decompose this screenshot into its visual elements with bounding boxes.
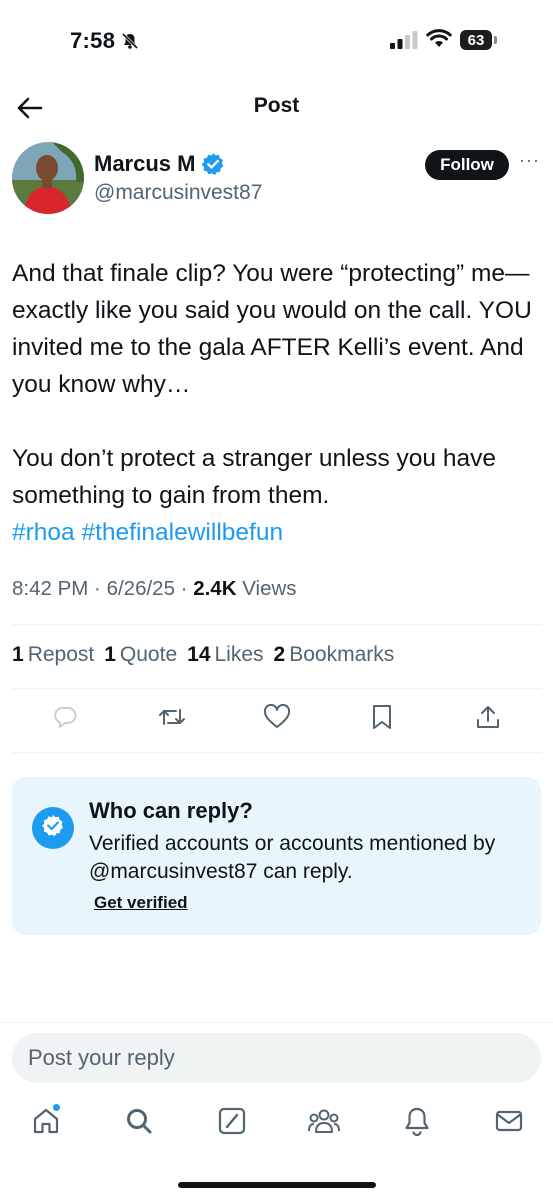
- tweet-meta: 8:42 PM · 6/26/25 · 2.4K Views: [12, 577, 297, 600]
- page-title: Post: [253, 94, 300, 117]
- hashtag-link[interactable]: #thefinalewillbefun: [81, 519, 283, 546]
- stat-label: Bookmarks: [289, 643, 395, 666]
- stat-label: Repost: [27, 643, 95, 666]
- views-label: Views: [242, 577, 297, 600]
- reply-composer[interactable]: [12, 1033, 541, 1083]
- stat-count: 14: [187, 643, 211, 666]
- repost-icon[interactable]: [158, 704, 186, 730]
- messages-icon[interactable]: [494, 1106, 524, 1136]
- views-count: 2.4K: [193, 577, 237, 600]
- bell-slash-icon: [121, 32, 139, 50]
- verified-badge-icon: [202, 153, 224, 175]
- bookmark-icon[interactable]: [370, 704, 394, 730]
- reply-icon[interactable]: [52, 704, 78, 730]
- stat-count: 1: [104, 643, 116, 666]
- engagement-stats: 1 Repost 1 Quote 14 Likes 2 Bookmarks: [12, 643, 394, 667]
- author-handle[interactable]: @marcusinvest87: [94, 181, 262, 205]
- home-indicator: [178, 1182, 376, 1188]
- divider: [0, 1022, 553, 1023]
- stat-count: 2: [273, 643, 286, 666]
- stat-quotes[interactable]: 1 Quote: [104, 643, 177, 667]
- avatar[interactable]: [12, 142, 84, 214]
- battery-indicator: 63: [460, 30, 492, 50]
- tweet-paragraph-text: You don’t protect a stranger unless you …: [12, 445, 496, 509]
- avatar-image: [12, 142, 84, 214]
- bottom-tab-bar: [0, 1106, 553, 1146]
- stat-label: Quote: [119, 643, 178, 666]
- battery-nub: [494, 36, 497, 44]
- follow-button[interactable]: Follow: [425, 150, 509, 180]
- stat-label: Likes: [214, 643, 264, 666]
- more-options-icon[interactable]: ···: [519, 151, 540, 169]
- stat-count: 1: [12, 643, 24, 666]
- battery-level: 63: [467, 31, 485, 49]
- tweet-paragraph: And that finale clip? You were “protecti…: [12, 260, 532, 398]
- stat-bookmarks[interactable]: 2 Bookmarks: [274, 643, 395, 667]
- reply-card-title: Who can reply?: [89, 798, 253, 823]
- search-icon[interactable]: [124, 1106, 154, 1136]
- get-verified-link[interactable]: Get verified: [94, 893, 188, 913]
- divider: [12, 752, 541, 753]
- notifications-icon[interactable]: [402, 1106, 432, 1136]
- author-name[interactable]: Marcus M: [94, 151, 195, 177]
- like-icon[interactable]: [263, 704, 291, 730]
- hashtag-link[interactable]: #rhoa: [12, 519, 75, 546]
- grok-icon[interactable]: [217, 1106, 247, 1136]
- wifi-icon: [426, 29, 452, 47]
- stat-reposts[interactable]: 1 Repost: [12, 643, 94, 667]
- share-icon[interactable]: [475, 704, 501, 730]
- tweet-date[interactable]: 6/26/25: [107, 577, 175, 600]
- reply-input[interactable]: [12, 1033, 534, 1083]
- cellular-signal-icon: [390, 31, 418, 49]
- top-bar: Post: [0, 80, 553, 136]
- divider: [12, 688, 541, 689]
- stat-likes[interactable]: 14 Likes: [187, 643, 263, 667]
- tweet-text: And that finale clip? You were “protecti…: [12, 255, 542, 551]
- status-bar: 7:58 63: [0, 0, 553, 80]
- home-icon[interactable]: [31, 1106, 61, 1136]
- tweet-time[interactable]: 8:42 PM: [12, 577, 88, 600]
- who-can-reply-card: Who can reply? Verified accounts or acco…: [12, 777, 541, 935]
- reply-card-description: Verified accounts or accounts mentioned …: [89, 832, 496, 883]
- status-time: 7:58: [70, 28, 116, 53]
- author-name-row: Marcus M: [94, 151, 225, 177]
- action-bar: [0, 704, 553, 736]
- tweet-paragraph: You don’t protect a stranger unless you …: [12, 440, 542, 551]
- verified-badge-icon: [32, 807, 74, 849]
- communities-icon[interactable]: [307, 1106, 341, 1136]
- divider: [12, 624, 541, 625]
